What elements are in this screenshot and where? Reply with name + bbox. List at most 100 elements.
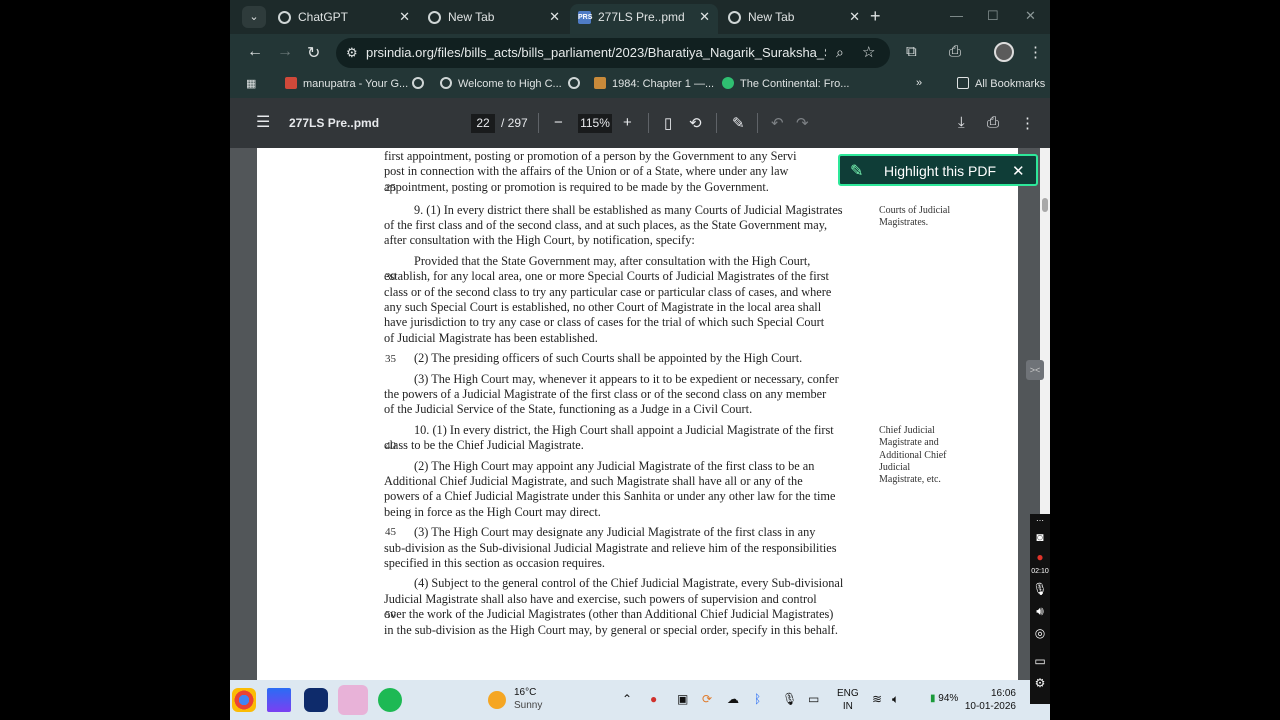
bookmark-welcome[interactable]: Welcome to High C... [440,77,562,90]
profile-avatar[interactable] [994,42,1014,62]
app-icon[interactable] [267,688,291,712]
back-icon[interactable]: ← [247,43,263,61]
bookmark-continental[interactable]: The Continental: Fro... [722,77,849,90]
clock[interactable]: 16:06 10-01-2026 [964,687,1016,713]
maximize-icon[interactable]: ☐ [987,8,999,24]
extensions-icon[interactable]: ⧉ [906,43,917,60]
highlight-popup[interactable]: ✎ Highlight this PDF ✕ [838,154,1038,186]
microphone-icon[interactable]: 🎙︎ [782,692,797,706]
hamburger-menu-icon[interactable]: ☰ [256,112,270,132]
line-number: 25 [385,182,396,194]
forward-icon[interactable]: → [277,43,293,61]
annotate-icon[interactable]: ✎ [732,114,745,132]
pdf-viewport[interactable]: first appointment, posting or promotion … [230,148,1050,680]
pdf-more-icon[interactable]: ⋮ [1020,114,1035,132]
camera-icon[interactable]: ◙ [1032,530,1048,544]
globe-icon [412,77,424,89]
fit-page-icon[interactable]: ▯ [664,114,672,132]
bookmark-star-icon[interactable]: ☆ [862,43,875,61]
new-tab-button[interactable]: + [870,6,881,26]
tab-new-tab-2[interactable]: New Tab ✕ [720,4,868,34]
bookmark-manupatra[interactable]: manupatra - Your G... [285,77,408,90]
battery-indicator[interactable]: ▮ 94% [930,693,958,704]
zoom-in-icon[interactable]: + [623,114,632,131]
close-window-icon[interactable]: ✕ [1025,8,1036,24]
bluetooth-icon[interactable]: ᛒ [754,692,761,706]
speaker-icon[interactable]: 🔊︎ [1032,604,1048,619]
tray-app-icon[interactable]: ● [650,692,657,706]
clock-time: 16:06 [990,688,1016,699]
zoom-icon[interactable]: ⌕ [836,44,844,61]
book-icon [594,77,606,89]
tab-title: 277LS Pre..pmd [598,10,685,24]
tray-app-icon[interactable]: ▣ [677,692,688,706]
more-menu-icon[interactable]: ⋮ [1028,43,1043,61]
print-pdf-icon[interactable]: ⎙ [987,114,999,131]
app-icon[interactable] [304,688,328,712]
doc-line: of Judicial Magistrate has been establis… [384,331,598,345]
teams-icon[interactable] [338,685,368,715]
redo-icon[interactable]: ↷ [796,114,809,132]
display-icon[interactable]: ▭ [808,692,819,706]
url-text[interactable]: prsindia.org/files/bills_acts/bills_parl… [366,45,826,60]
battery-level: 94% [938,693,959,704]
battery-icon: ▮ [930,693,936,704]
language-indicator[interactable]: ENG IN [837,687,859,713]
tab-chatgpt[interactable]: ChatGPT ✕ [270,4,418,34]
pdf-title: 277LS Pre..pmd [289,116,380,130]
tray-app-icon[interactable]: ⟳ [702,692,712,706]
undo-icon[interactable]: ↶ [771,114,784,132]
close-icon[interactable]: ✕ [549,4,560,30]
globe-icon [568,77,580,89]
microphone-icon[interactable]: 🎙︎ [1032,582,1048,596]
reload-icon[interactable]: ↻ [307,43,320,63]
bookmark-globe[interactable] [568,77,586,90]
pin-icon[interactable]: ⋯ [1032,516,1048,525]
close-icon[interactable]: ✕ [849,4,860,30]
tab-new-tab[interactable]: New Tab ✕ [420,4,568,34]
highlight-label[interactable]: Highlight this PDF [884,163,996,179]
doc-line: being in force as the High Court may dir… [384,505,601,519]
code-tool-icon[interactable]: >< [1026,360,1044,380]
doc-line: powers of a Chief Judicial Magistrate un… [384,489,836,503]
doc-line: 9. (1) In every district there shall be … [414,203,843,217]
volume-icon[interactable]: 🔈︎ [892,692,899,707]
bookmark-1984[interactable]: 1984: Chapter 1 —... [594,77,714,90]
record-icon[interactable]: ● [1032,550,1048,564]
close-icon[interactable]: ✕ [1012,162,1025,180]
download-icon[interactable]: ⤓ [958,114,965,131]
doc-line: of the first class and of the second cla… [384,218,828,232]
apps-icon[interactable]: ▦ [246,77,256,90]
settings-gear-icon[interactable]: ⚙ [1032,676,1048,690]
print-icon[interactable]: ⎙ [949,43,961,60]
page-number-input[interactable]: 22 [471,114,495,133]
webcam-icon[interactable]: ◎ [1032,626,1048,640]
minimize-icon[interactable]: — [950,8,963,23]
cloud-icon[interactable]: ☁ [727,692,739,706]
all-bookmarks[interactable]: All Bookmarks [957,77,1045,90]
close-icon[interactable]: ✕ [399,4,410,30]
tab-pdf[interactable]: PRS 277LS Pre..pmd ✕ [570,4,718,34]
tab-title: New Tab [748,10,795,24]
doc-line: have jurisdiction to try any case or cla… [384,315,825,329]
chevron-up-icon[interactable]: ⌃ [622,692,632,706]
tab-title: ChatGPT [298,10,349,24]
chrome-app-icon[interactable] [232,688,256,712]
zoom-level[interactable]: 115% [578,114,612,133]
spotify-icon[interactable] [378,688,402,712]
wifi-icon[interactable]: ≋ [872,692,882,706]
doc-line: (2) The High Court may appoint any Judic… [414,459,815,473]
scrollbar-thumb[interactable] [1042,198,1048,212]
zoom-out-icon[interactable]: − [554,114,563,131]
bookmarks-overflow-icon[interactable]: » [916,77,922,89]
close-icon[interactable]: ✕ [699,4,710,30]
rotate-icon[interactable]: ⟲ [689,114,702,132]
window-icon[interactable]: ▭ [1032,654,1048,668]
lang-code: ENG [837,688,859,699]
doc-line: any such Special Court is established, n… [384,300,822,314]
bookmark-label: 1984: Chapter 1 —... [612,78,715,90]
address-bar[interactable]: ⚙ prsindia.org/files/bills_acts/bills_pa… [336,38,890,68]
bookmark-high-court[interactable] [412,77,430,90]
site-info-icon[interactable]: ⚙ [346,45,358,61]
tab-search-button[interactable]: ⌄ [242,6,266,28]
